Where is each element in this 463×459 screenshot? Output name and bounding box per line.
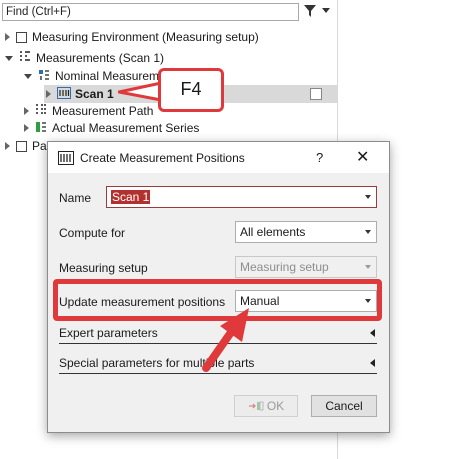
ok-button[interactable]: OK [234, 395, 298, 417]
help-button[interactable]: ? [316, 150, 323, 165]
tree-item-actual[interactable]: Actual Measurement Series [24, 119, 199, 137]
cancel-button[interactable]: Cancel [311, 395, 377, 417]
chevron-down-icon [365, 265, 371, 269]
cancel-label: Cancel [325, 399, 363, 413]
checkbox-icon[interactable] [310, 88, 322, 100]
checkbox-icon[interactable] [16, 31, 27, 43]
f4-callout: F4 [158, 68, 224, 112]
chevron-down-icon[interactable] [365, 230, 371, 234]
scan-icon [57, 86, 71, 102]
path-icon [35, 103, 47, 119]
dialog-app-icon [58, 151, 74, 168]
search-input[interactable]: Find (Ctrl+F) [2, 3, 299, 21]
tree-item-part[interactable]: Pa [5, 137, 47, 155]
tree-item-measurements[interactable]: Measurements (Scan 1) [5, 49, 164, 67]
nominal-icon [38, 69, 50, 84]
tree-label: Pa [32, 139, 47, 153]
expand-icon[interactable] [24, 124, 29, 132]
tree-label: Measurement Path [52, 104, 154, 118]
actual-icon [35, 121, 47, 136]
compute-for-label: Compute for [59, 226, 126, 240]
name-value: Scan 1 [111, 190, 151, 204]
dialog-title: Create Measurement Positions [80, 151, 245, 165]
collapse-icon[interactable] [5, 55, 13, 61]
filter-icon[interactable] [303, 4, 317, 18]
tree-label: Actual Measurement Series [52, 121, 200, 135]
name-field[interactable]: Scan 1 [106, 186, 377, 208]
callout-text: F4 [180, 79, 202, 99]
callout-pointer-icon [118, 82, 162, 102]
search-placeholder: Find (Ctrl+F) [6, 6, 71, 18]
ok-label: OK [266, 399, 285, 413]
tree-label: Measurements (Scan 1) [36, 51, 165, 65]
compute-for-select[interactable]: All elements [235, 221, 377, 243]
expand-icon[interactable] [46, 90, 51, 98]
tree-item-path[interactable]: Measurement Path [24, 102, 153, 120]
chevron-down-icon[interactable] [365, 195, 371, 199]
checkbox-icon[interactable] [16, 140, 27, 152]
measuring-setup-label: Measuring setup [59, 261, 148, 275]
expand-icon[interactable] [5, 33, 10, 41]
ok-icon [248, 397, 264, 417]
tree-item-measuring-environment[interactable]: Measuring Environment (Measuring setup) [5, 28, 259, 46]
name-label: Name [59, 191, 92, 205]
close-button[interactable]: ✕ [356, 147, 369, 167]
expand-left-icon[interactable] [370, 329, 375, 337]
tree-label: Measuring Environment (Measuring setup) [32, 30, 259, 44]
expand-icon[interactable] [5, 142, 10, 150]
measuring-setup-value: Measuring setup [240, 260, 329, 274]
filter-dropdown-icon[interactable] [322, 8, 330, 13]
collapse-icon[interactable] [24, 73, 32, 79]
measuring-setup-select: Measuring setup [235, 256, 377, 278]
tree-label: Scan 1 [75, 87, 114, 101]
dialog-titlebar[interactable]: Create Measurement Positions ? ✕ [48, 142, 389, 173]
compute-for-value: All elements [240, 225, 306, 239]
expand-left-icon[interactable] [370, 359, 375, 367]
measurements-icon [19, 50, 31, 66]
expert-parameters-label: Expert parameters [59, 326, 158, 340]
expand-icon[interactable] [24, 107, 29, 115]
highlight-arrow-icon [202, 308, 249, 372]
